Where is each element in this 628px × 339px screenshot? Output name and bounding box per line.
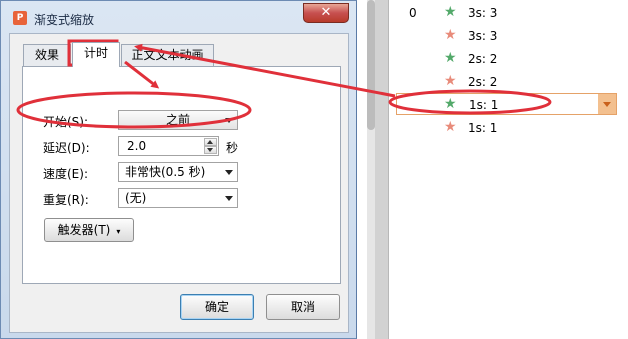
trigger-button-label: 触发器(T) xyxy=(57,223,111,237)
wps-app-icon: P xyxy=(13,11,27,25)
start-label: 开始(S): xyxy=(43,115,89,129)
pink-star-icon: ★ xyxy=(444,119,457,135)
animation-item[interactable]: ★ 2s: 2 xyxy=(389,48,624,70)
animation-item-label: 2s: 2 xyxy=(468,52,498,66)
dialog-client-area: 效果 计时 正文文本动画 开始(S): 之前 延迟(D): 2.0 秒 速度(E… xyxy=(9,33,349,333)
timing-dialog: P 渐变式缩放 ✕ 效果 计时 正文文本动画 开始(S): 之前 延迟(D): … xyxy=(0,0,357,339)
pink-star-icon: ★ xyxy=(444,73,457,89)
trigger-button[interactable]: 触发器(T) ▾ xyxy=(44,218,134,242)
animation-item[interactable]: ★ 2s: 2 xyxy=(389,71,624,93)
repeat-select[interactable]: (无) xyxy=(118,188,238,208)
delay-unit: 秒 xyxy=(226,141,239,155)
animation-item-label: 3s: 3 xyxy=(468,6,498,20)
start-select[interactable]: 之前 xyxy=(118,110,238,130)
dialog-titlebar[interactable]: P 渐变式缩放 ✕ xyxy=(1,1,356,33)
speed-select[interactable]: 非常快(0.5 秒) xyxy=(118,162,238,182)
tab-timing[interactable]: 计时 xyxy=(72,42,120,67)
delay-value[interactable]: 2.0 xyxy=(127,139,146,153)
speed-select-value: 非常快(0.5 秒) xyxy=(125,165,206,179)
stepper-down-icon[interactable] xyxy=(204,146,217,154)
scrollbar-thumb[interactable] xyxy=(367,0,375,130)
close-button[interactable]: ✕ xyxy=(303,3,349,23)
animation-item[interactable]: 0 ★ 3s: 3 xyxy=(389,2,624,24)
green-star-icon: ★ xyxy=(444,96,457,112)
animation-item-selected[interactable]: ★ 1s: 1 xyxy=(396,93,617,115)
pane-separator[interactable] xyxy=(375,0,389,339)
step-number: 0 xyxy=(409,6,417,20)
ok-button[interactable]: 确定 xyxy=(180,294,254,320)
stepper-up-icon[interactable] xyxy=(204,138,217,146)
animation-pane: 0 ★ 3s: 3 ★ 3s: 3 ★ 2s: 2 ★ 2s: 2 ★ 1s: … xyxy=(389,0,628,339)
tab-text-animation[interactable]: 正文文本动画 xyxy=(121,44,214,66)
repeat-label: 重复(R): xyxy=(43,193,89,207)
timing-panel: 开始(S): 之前 延迟(D): 2.0 秒 速度(E): 非常快(0.5 秒) xyxy=(22,66,341,284)
animation-item-label: 1s: 1 xyxy=(469,98,499,112)
animation-item[interactable]: ★ 3s: 3 xyxy=(389,25,624,47)
screenshot-stage: P 渐变式缩放 ✕ 效果 计时 正文文本动画 开始(S): 之前 延迟(D): … xyxy=(0,0,628,339)
start-select-value: 之前 xyxy=(165,113,190,127)
speed-label: 速度(E): xyxy=(43,167,88,181)
vertical-scrollbar[interactable] xyxy=(367,0,375,339)
caret-down-icon: ▾ xyxy=(116,227,121,236)
chevron-down-icon xyxy=(225,196,233,201)
tab-effect[interactable]: 效果 xyxy=(23,44,71,66)
delay-stepper[interactable]: 2.0 xyxy=(118,136,219,156)
pink-star-icon: ★ xyxy=(444,27,457,43)
green-star-icon: ★ xyxy=(444,4,457,20)
animation-item-label: 1s: 1 xyxy=(468,121,498,135)
cancel-button[interactable]: 取消 xyxy=(266,294,340,320)
workspace-gap xyxy=(357,0,367,339)
animation-item[interactable]: ★ 1s: 1 xyxy=(389,117,624,139)
delay-label: 延迟(D): xyxy=(43,141,90,155)
chevron-down-icon xyxy=(225,118,233,123)
chevron-down-icon[interactable] xyxy=(598,94,616,114)
dialog-title: 渐变式缩放 xyxy=(34,13,95,27)
animation-item-label: 2s: 2 xyxy=(468,75,498,89)
green-star-icon: ★ xyxy=(444,50,457,66)
repeat-select-value: (无) xyxy=(125,191,147,205)
animation-item-label: 3s: 3 xyxy=(468,29,498,43)
chevron-down-icon xyxy=(225,170,233,175)
